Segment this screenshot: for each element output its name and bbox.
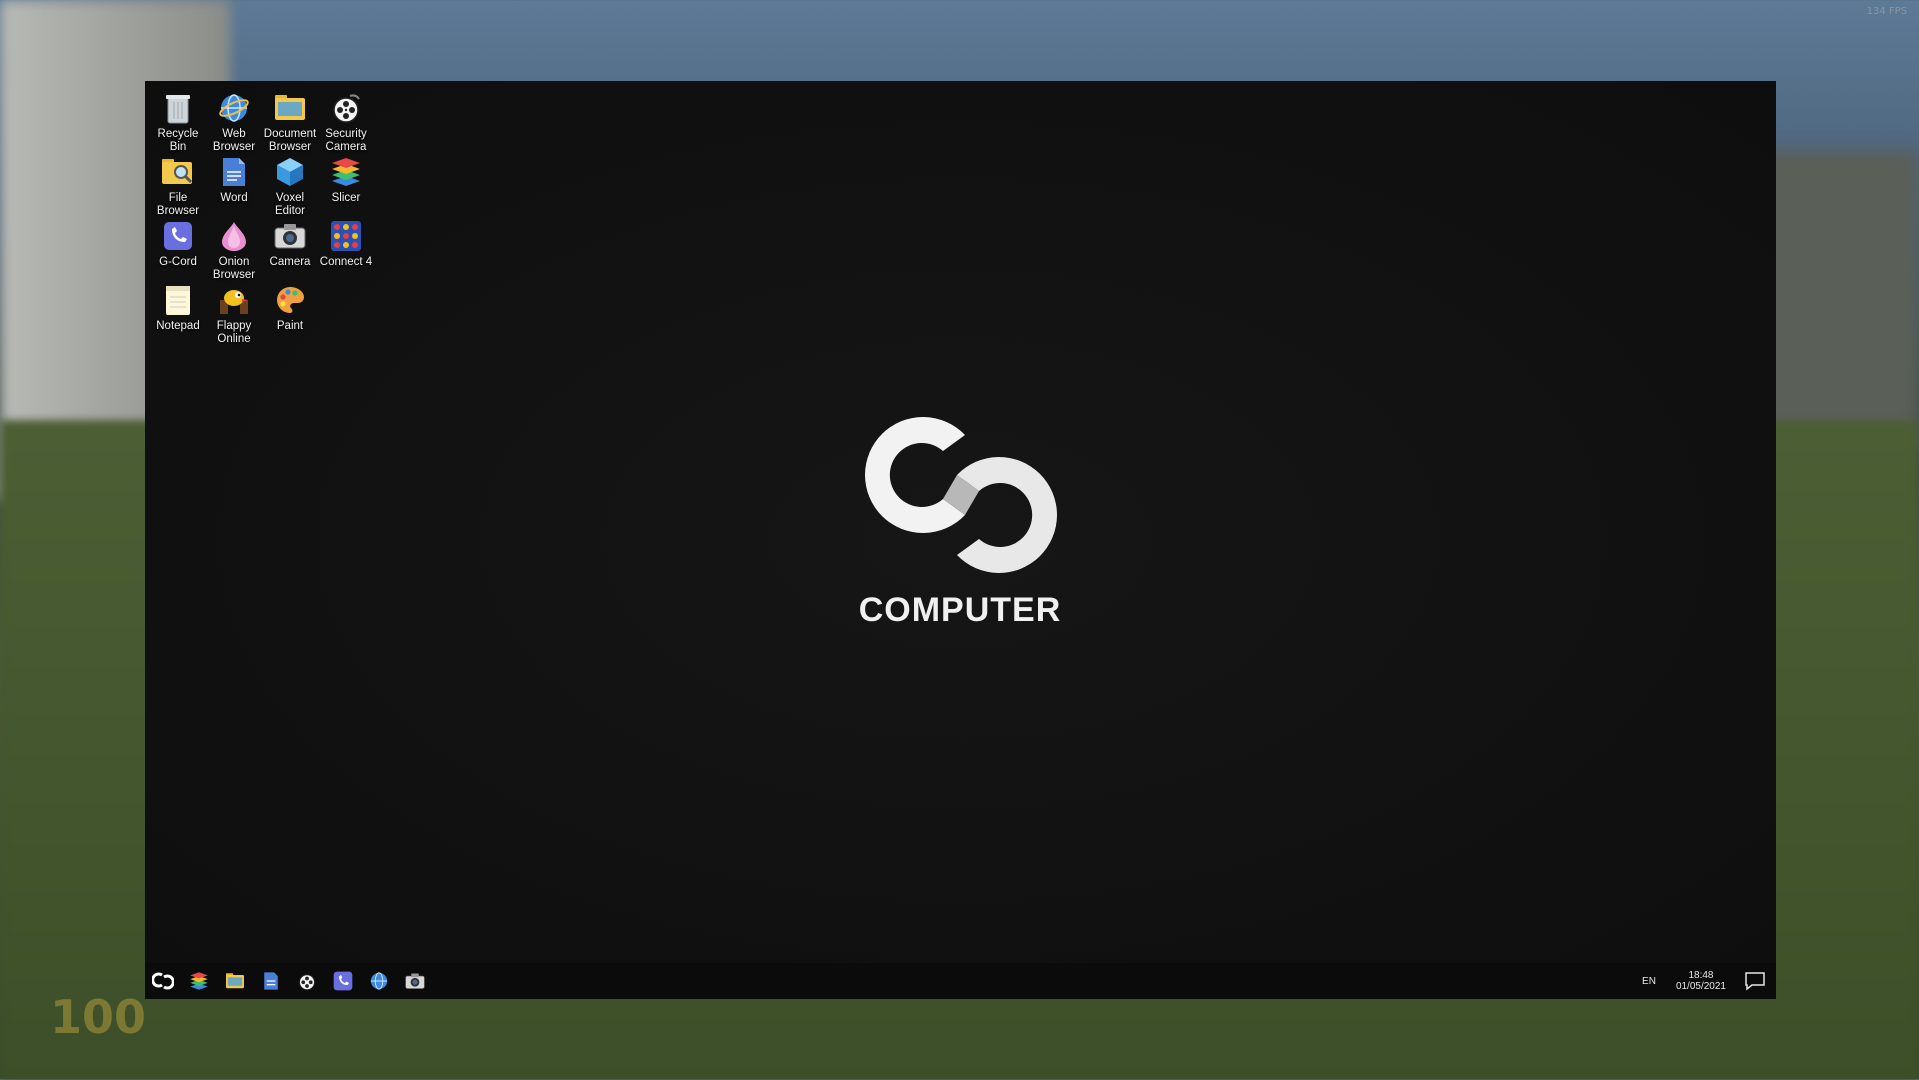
taskbar: EN 18:48 01/05/2021 [145,963,1776,999]
desktop-icon-voxel-editor[interactable]: Voxel Editor [262,155,318,218]
taskbar-start-button[interactable] [145,963,181,999]
globe-icon [217,91,251,125]
hud-health: 100 [50,990,147,1044]
chat-bubble-icon [1745,972,1765,991]
folder-icon [226,973,244,989]
desktop-icon-word[interactable]: Word [206,155,262,205]
start-logo-icon [152,972,174,990]
layers-icon [329,155,363,189]
notifications-button[interactable] [1740,963,1770,999]
desktop-icon-paint[interactable]: Paint [262,283,318,333]
flappy-icon [217,283,251,317]
logo-text: COMPUTER [858,591,1062,629]
onion-icon [217,219,251,253]
desktop-icon-file-browser[interactable]: File Browser [150,155,206,218]
desktop-icon-slicer[interactable]: Slicer [318,155,374,205]
taskbar-item-g-cord[interactable] [325,963,361,999]
grid-icon [329,219,363,253]
computer-logo: COMPUTER [845,391,1075,629]
taskbar-item-document-browser[interactable] [217,963,253,999]
desktop-icon-onion-browser[interactable]: Onion Browser [206,219,262,282]
clock-time: 18:48 [1688,970,1714,981]
folder-icon [273,91,307,125]
camera-icon [405,973,425,989]
palette-icon [273,283,307,317]
desktop-icon-notepad[interactable]: Notepad [150,283,206,333]
clock[interactable]: 18:48 01/05/2021 [1676,970,1726,992]
folder-search-icon [161,155,195,189]
logo-mark-icon [865,417,1057,573]
phone-icon [161,219,195,253]
desktop-icon-web-browser[interactable]: Web Browser [206,91,262,154]
desktop-icon-connect-4[interactable]: Connect 4 [318,219,374,269]
fps-counter: 134 FPS [1866,6,1907,17]
taskbar-item-slicer[interactable] [181,963,217,999]
desktop-icon-document-browser[interactable]: Document Browser [262,91,318,154]
globe-icon [370,972,388,990]
desktop-icon-g-cord[interactable]: G-Cord [150,219,206,269]
cube-icon [273,155,307,189]
computer-screen: Recycle Bin Web Browser Document Browser… [145,81,1776,999]
phone-icon [333,971,353,991]
taskbar-item-web-browser[interactable] [361,963,397,999]
film-reel-icon [299,974,315,991]
taskbar-item-security-camera[interactable] [289,963,325,999]
system-tray: EN 18:48 01/05/2021 [1642,963,1776,999]
notepad-icon [161,283,195,317]
taskbar-item-camera[interactable] [397,963,433,999]
recycle-bin-icon [161,91,195,125]
desktop-icon-camera[interactable]: Camera [262,219,318,269]
document-icon [217,155,251,189]
camera-icon [273,219,307,253]
film-reel-icon [329,91,363,125]
document-icon [264,972,278,990]
layers-icon [190,972,208,990]
desktop-icon-recycle-bin[interactable]: Recycle Bin [150,91,206,154]
taskbar-item-word[interactable] [253,963,289,999]
clock-date: 01/05/2021 [1675,981,1726,992]
desktop-icon-security-camera[interactable]: Security Camera [318,91,374,154]
desktop-icon-flappy-online[interactable]: Flappy Online [206,283,262,346]
language-indicator[interactable]: EN [1642,976,1656,987]
